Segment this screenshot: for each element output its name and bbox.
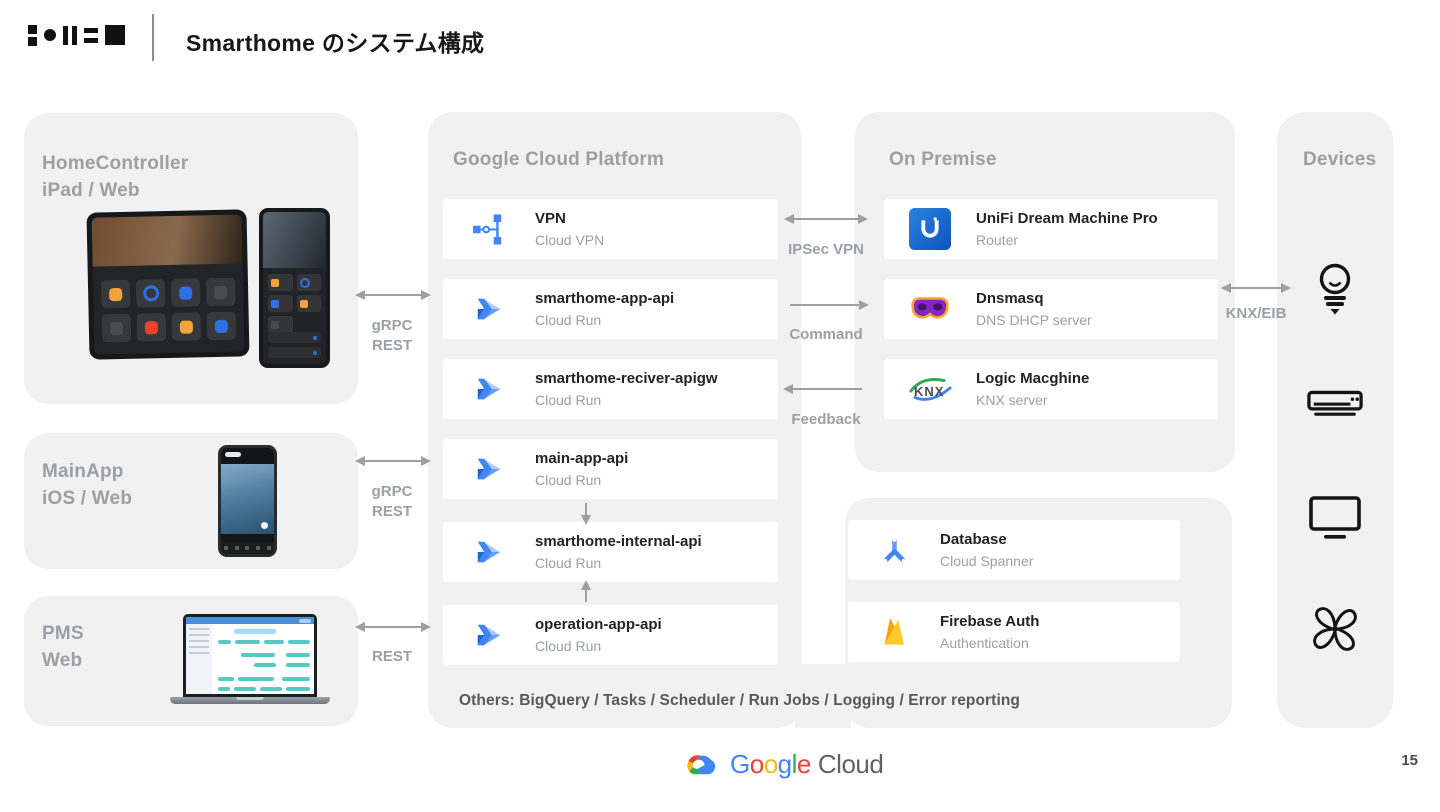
page-number: 15 [1401,752,1418,769]
cloud-vpn-icon [443,213,535,245]
gcp-others-note: Others: BigQuery / Tasks / Scheduler / R… [459,692,1020,709]
label-command: Command [789,326,863,343]
card-title: operation-app-api [535,616,662,633]
card-title: smarthome-reciver-apigw [535,370,718,387]
card-title: UniFi Dream Machine Pro [976,210,1158,227]
pms-laptop-base [170,697,330,704]
label-homecontroller-gcp: gRPC REST [371,317,413,354]
arrow-mainappapi-internalapi [581,503,591,525]
card-title: smarthome-internal-api [535,533,702,550]
card-title: main-app-api [535,450,629,467]
cloud-run-icon [443,454,535,484]
card-title: Dnsmasq [976,290,1044,307]
company-logo [28,20,125,50]
card-subtitle: Cloud Run [535,555,602,571]
arrow-command [790,300,869,310]
arrow-operationapi-internalapi [581,580,591,602]
card-logic-macghine: KNX Logic Macghine KNX server [884,359,1218,419]
card-unifi-dream-machine-pro: UniFi Dream Machine Pro Router [884,199,1218,259]
google-cloud-icon [687,754,716,774]
card-title: Logic Macghine [976,370,1090,387]
arrow-vpn-unifi [784,214,868,224]
logo-squares-icon [28,24,37,46]
arrow-mainapp-gcp [355,456,431,466]
mainapp-title: MainApp iOS / Web [42,458,132,512]
header-divider [152,14,154,61]
card-title: VPN [535,210,566,227]
card-subtitle: Router [976,232,1019,248]
card-subtitle: Authentication [940,635,1029,651]
mainapp-name: MainApp [42,461,124,482]
card-title: Firebase Auth [940,613,1040,630]
homecontroller-name: HomeController [42,153,189,174]
cloud-run-icon [443,294,535,324]
card-database: Database Cloud Spanner [848,520,1180,580]
fan-icon [1306,600,1364,658]
mainapp-platform: iOS / Web [42,488,133,509]
arrow-pms-gcp [355,622,431,632]
label-mainapp-gcp: gRPC REST [371,483,413,520]
logo-bars-icon [63,25,77,45]
mainapp-phone-mockup [218,445,277,557]
card-vpn: VPN Cloud VPN [443,199,778,259]
card-firebase-auth: Firebase Auth Authentication [848,602,1180,662]
card-subtitle: KNX server [976,392,1048,408]
google-cloud-logo: Google Cloud [683,749,884,780]
arrow-homecontroller-gcp [355,290,431,300]
homecontroller-phone-mockup [259,208,330,368]
firebase-icon [848,616,940,649]
pms-name: PMS [42,623,84,644]
homecontroller-title: HomeController iPad / Web [42,150,188,204]
card-subtitle: Cloud Run [535,392,602,408]
card-title: Database [940,531,1007,548]
card-title: smarthome-app-api [535,290,675,307]
card-smarthome-internal-api: smarthome-internal-api Cloud Run [443,522,778,582]
logo-equals-icon [84,27,98,43]
arrow-feedback [783,384,862,394]
pms-platform: Web [42,650,83,671]
ipad-screen [91,214,245,355]
label-ipsec-vpn: IPSec VPN [788,241,864,258]
knx-logo-icon: KNX [884,373,976,405]
gcp-title: Google Cloud Platform [453,149,665,170]
card-smarthome-reciver-apigw: smarthome-reciver-apigw Cloud Run [443,359,778,419]
devices-title: Devices [1303,149,1377,170]
knx-logo-text: KNX [914,384,944,399]
card-subtitle: Cloud Run [535,638,602,654]
homecontroller-platform: iPad / Web [42,180,140,201]
card-subtitle: Cloud Spanner [940,553,1034,569]
logo-circle-icon [44,29,56,41]
pms-title: PMS Web [42,620,84,674]
logo-square-icon [105,25,125,45]
google-cloud-wordmark: Google Cloud [730,749,884,779]
cloud-run-icon [443,620,535,650]
arrow-onpremise-devices [1221,283,1291,293]
tv-icon [1306,488,1364,546]
cloud-run-icon [443,374,535,404]
card-smarthome-app-api: smarthome-app-api Cloud Run [443,279,778,339]
unifi-router-icon [884,208,976,250]
label-pms-gcp: REST [371,648,412,665]
cloud-run-icon [443,537,535,567]
card-operation-app-api: operation-app-api Cloud Run [443,605,778,665]
label-knx-eib: KNX/EIB [1225,305,1287,322]
label-feedback: Feedback [791,411,861,428]
pms-laptop-mockup [183,614,317,697]
dnsmasq-mask-icon [884,295,976,323]
card-main-app-api: main-app-api Cloud Run [443,439,778,499]
card-subtitle: DNS DHCP server [976,312,1092,328]
cloud-spanner-icon [848,534,940,567]
on-premise-title: On Premise [889,149,997,170]
air-conditioner-icon [1306,376,1364,434]
slide-title: Smarthome のシステム構成 [186,30,485,56]
light-bulb-icon [1306,262,1364,320]
card-subtitle: Cloud Run [535,472,602,488]
card-dnsmasq: Dnsmasq DNS DHCP server [884,279,1218,339]
card-subtitle: Cloud Run [535,312,602,328]
card-subtitle: Cloud VPN [535,232,605,248]
ipad-mockup [86,209,250,360]
